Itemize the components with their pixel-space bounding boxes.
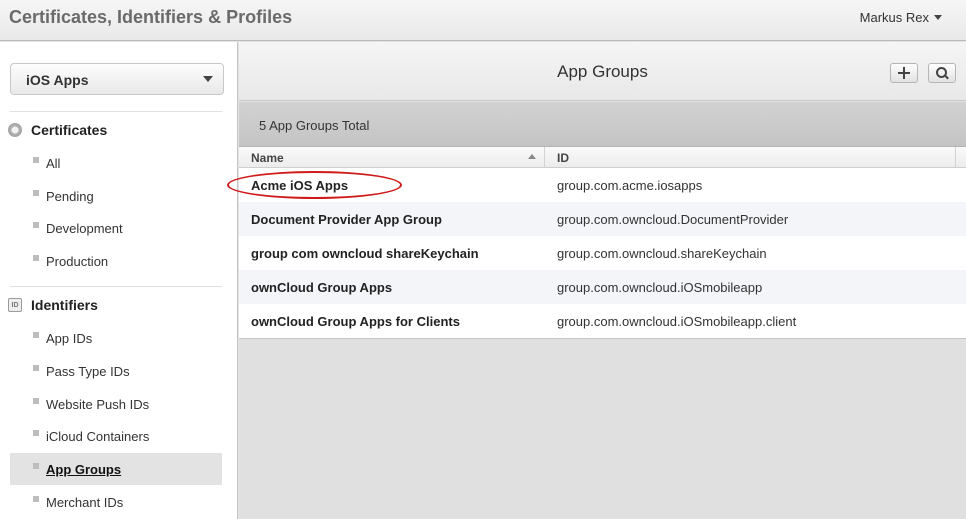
row-name: Document Provider App Group	[251, 212, 442, 227]
row-id: group.com.owncloud.iOSmobileapp	[557, 280, 763, 295]
table-row[interactable]: ownCloud Group Apps group.com.owncloud.i…	[239, 270, 966, 304]
sidebar-item-merchant-ids[interactable]: Merchant IDs	[10, 486, 222, 518]
sidebar-item-icloud-containers[interactable]: iCloud Containers	[10, 420, 222, 452]
section-certificates: Certificates	[8, 122, 107, 138]
search-button[interactable]	[928, 63, 956, 83]
table-header: Name ID	[239, 147, 966, 168]
sidebar-item-pass-type-ids[interactable]: Pass Type IDs	[10, 355, 222, 387]
user-name: Markus Rex	[859, 10, 929, 25]
sidebar-item-app-ids[interactable]: App IDs	[10, 322, 222, 354]
app-title: Certificates, Identifiers & Profiles	[9, 7, 293, 27]
sidebar-item-label: App Groups	[46, 461, 122, 477]
row-name: ownCloud Group Apps	[251, 280, 393, 295]
row-id: group.com.acme.iosapps	[557, 178, 703, 193]
chevron-down-icon	[203, 76, 213, 82]
summary-bar: 5 App Groups Total	[239, 102, 966, 147]
sidebar-item-label: Website Push IDs	[46, 396, 150, 412]
section-identifiers: ID Identifiers	[8, 297, 98, 313]
bullet-icon	[33, 365, 39, 371]
sidebar-item-label: Pass Type IDs	[46, 363, 130, 379]
add-button[interactable]	[890, 63, 918, 83]
sort-ascending-icon	[528, 154, 536, 159]
row-id: group.com.owncloud.DocumentProvider	[557, 212, 789, 227]
sidebar: iOS Apps Certificates All Pending Develo…	[0, 42, 238, 519]
row-id: group.com.owncloud.iOSmobileapp.client	[557, 314, 797, 329]
sidebar-item-label: Merchant IDs	[46, 494, 124, 510]
main-panel: App Groups 5 App Groups Total Name ID Ac…	[227, 42, 966, 519]
column-header-name[interactable]: Name	[251, 151, 284, 165]
sidebar-item-label: Development	[46, 220, 123, 236]
bullet-icon	[33, 190, 39, 196]
row-name: group com owncloud shareKeychain	[251, 246, 479, 261]
row-id: group.com.owncloud.shareKeychain	[557, 246, 767, 261]
search-icon	[935, 66, 949, 80]
column-divider	[955, 147, 956, 168]
row-name: Acme iOS Apps	[251, 178, 349, 193]
divider	[10, 111, 222, 112]
section-title: Identifiers	[31, 297, 98, 313]
sidebar-item-label: Production	[46, 253, 109, 269]
sidebar-item-label: iCloud Containers	[46, 428, 150, 444]
bullet-icon	[33, 255, 39, 261]
sidebar-item-website-push-ids[interactable]: Website Push IDs	[10, 388, 222, 420]
platform-select[interactable]: iOS Apps	[10, 63, 224, 95]
user-menu[interactable]: Markus Rex	[860, 10, 942, 25]
table-row[interactable]: Acme iOS Apps group.com.acme.iosapps	[227, 168, 966, 202]
bullet-icon	[33, 157, 39, 163]
main-header: App Groups	[239, 42, 966, 101]
bullet-icon	[33, 332, 39, 338]
sidebar-item-production[interactable]: Production	[10, 245, 222, 277]
sidebar-item-app-groups[interactable]: App Groups	[10, 453, 222, 485]
total-count: 5 App Groups Total	[259, 118, 370, 133]
row-name: ownCloud Group Apps for Clients	[251, 314, 460, 329]
section-title: Certificates	[31, 122, 108, 138]
table-row[interactable]: Document Provider App Group group.com.ow…	[239, 202, 966, 236]
sidebar-item-label: App IDs	[46, 330, 93, 346]
bullet-icon	[33, 463, 39, 469]
bullet-icon	[33, 222, 39, 228]
column-header-id[interactable]: ID	[557, 151, 569, 165]
page-title: App Groups	[557, 62, 648, 81]
column-divider	[544, 147, 545, 168]
platform-select-value: iOS Apps	[26, 72, 89, 88]
sidebar-item-label: All	[46, 155, 61, 171]
bullet-icon	[33, 430, 39, 436]
sidebar-item-pending[interactable]: Pending	[10, 180, 222, 212]
table-row[interactable]: ownCloud Group Apps for Clients group.co…	[239, 304, 966, 338]
sidebar-item-development[interactable]: Development	[10, 212, 222, 244]
chevron-down-icon	[934, 15, 942, 20]
sidebar-item-all[interactable]: All	[10, 147, 222, 179]
table-row[interactable]: group com owncloud shareKeychain group.c…	[239, 236, 966, 270]
certificate-icon	[8, 123, 22, 137]
sidebar-item-label: Pending	[46, 188, 94, 204]
bullet-icon	[33, 496, 39, 502]
plus-icon	[898, 67, 910, 79]
bullet-icon	[33, 398, 39, 404]
id-icon: ID	[8, 298, 22, 312]
app-groups-table: Name ID Acme iOS Apps group.com.acme.ios…	[227, 147, 966, 339]
top-bar: Certificates, Identifiers & Profiles Mar…	[0, 0, 966, 41]
divider	[10, 286, 222, 287]
